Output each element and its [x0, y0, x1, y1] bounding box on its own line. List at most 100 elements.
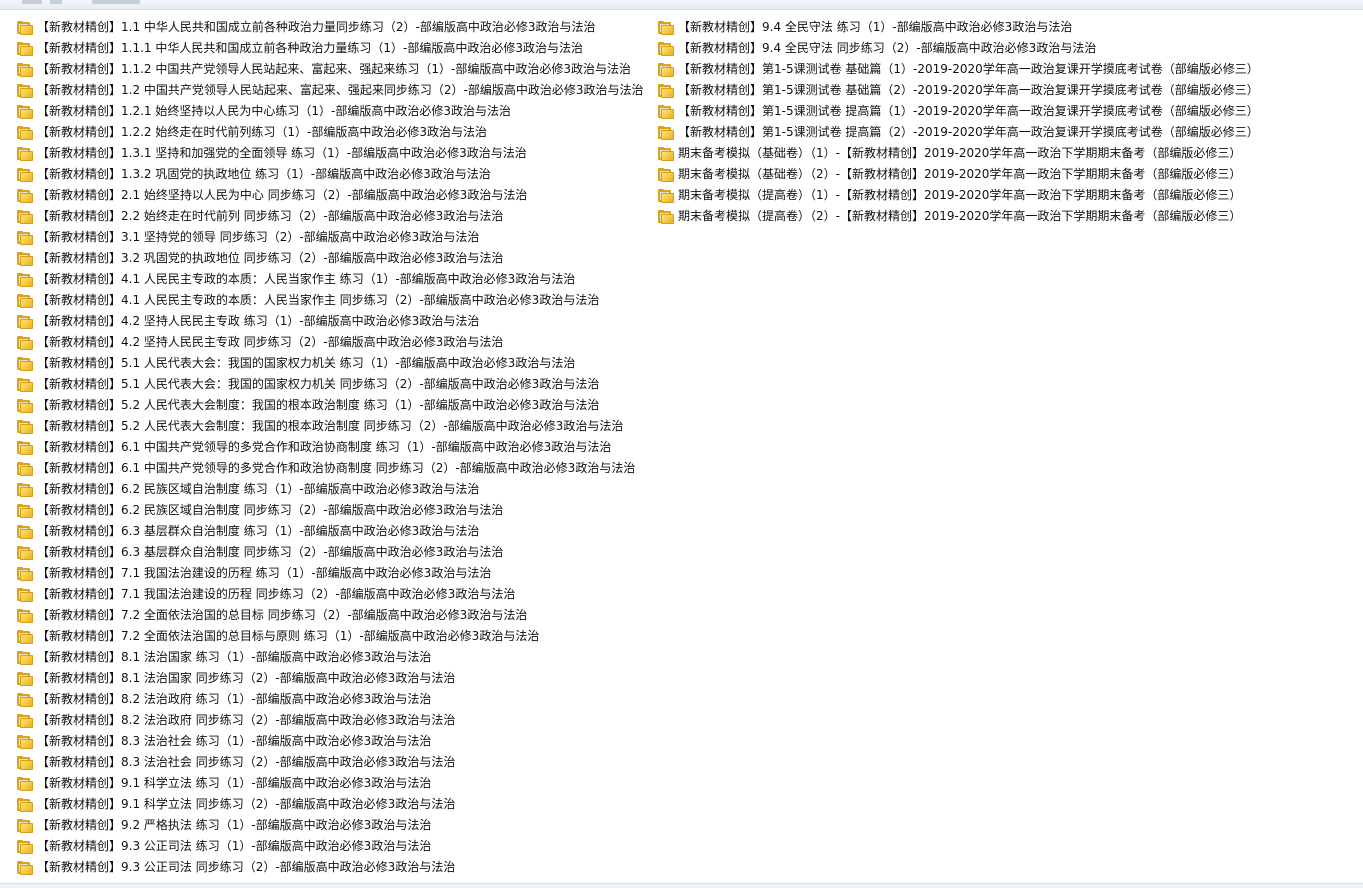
folder-item[interactable]: 【新教材精创】5.1 人民代表大会：我国的国家权力机关 练习（1）-部编版高中政…: [17, 353, 647, 374]
folder-item[interactable]: 【新教材精创】2.1 始终坚持以人民为中心 同步练习（2）-部编版高中政治必修3…: [17, 185, 647, 206]
folder-item[interactable]: 【新教材精创】第1-5课测试卷 基础篇（2）-2019-2020学年高一政治复课…: [658, 80, 1358, 101]
folder-item[interactable]: 【新教材精创】7.2 全面依法治国的总目标 同步练习（2）-部编版高中政治必修3…: [17, 605, 647, 626]
folder-name: 【新教材精创】7.2 全面依法治国的总目标 同步练习（2）-部编版高中政治必修3…: [37, 608, 528, 622]
folder-name: 【新教材精创】5.1 人民代表大会：我国的国家权力机关 练习（1）-部编版高中政…: [37, 356, 576, 370]
folder-icon: [17, 566, 33, 581]
folder-item[interactable]: 【新教材精创】9.1 科学立法 同步练习（2）-部编版高中政治必修3政治与法治: [17, 794, 647, 815]
folder-name: 【新教材精创】1.2.1 始终坚持以人民为中心练习（1）-部编版高中政治必修3政…: [37, 104, 511, 118]
folder-item[interactable]: 【新教材精创】5.2 人民代表大会制度：我国的根本政治制度 同步练习（2）-部编…: [17, 416, 647, 437]
folder-name: 【新教材精创】8.3 法治社会 练习（1）-部编版高中政治必修3政治与法治: [37, 734, 432, 748]
folder-item[interactable]: 【新教材精创】6.1 中国共产党领导的多党合作和政治协商制度 同步练习（2）-部…: [17, 458, 647, 479]
folder-name: 【新教材精创】9.3 公正司法 练习（1）-部编版高中政治必修3政治与法治: [37, 839, 432, 853]
folder-item[interactable]: 期末备考模拟（基础卷）（1）-【新教材精创】2019-2020学年高一政治下学期…: [658, 143, 1358, 164]
folder-icon: [17, 818, 33, 833]
folder-item[interactable]: 【新教材精创】6.2 民族区域自治制度 练习（1）-部编版高中政治必修3政治与法…: [17, 479, 647, 500]
folder-icon: [658, 104, 674, 119]
folder-item[interactable]: 【新教材精创】1.3.2 巩固党的执政地位 练习（1）-部编版高中政治必修3政治…: [17, 164, 647, 185]
folder-item[interactable]: 【新教材精创】1.2.2 始终走在时代前列练习（1）-部编版高中政治必修3政治与…: [17, 122, 647, 143]
folder-item[interactable]: 期末备考模拟（基础卷）（2）-【新教材精创】2019-2020学年高一政治下学期…: [658, 164, 1358, 185]
folder-item[interactable]: 【新教材精创】第1-5课测试卷 提高篇（1）-2019-2020学年高一政治复课…: [658, 101, 1358, 122]
folder-item[interactable]: 【新教材精创】4.2 坚持人民民主专政 练习（1）-部编版高中政治必修3政治与法…: [17, 311, 647, 332]
folder-item[interactable]: 【新教材精创】8.1 法治国家 同步练习（2）-部编版高中政治必修3政治与法治: [17, 668, 647, 689]
folder-item[interactable]: 【新教材精创】9.4 全民守法 同步练习（2）-部编版高中政治必修3政治与法治: [658, 38, 1358, 59]
folder-name: 【新教材精创】1.1 中华人民共和国成立前各种政治力量同步练习（2）-部编版高中…: [37, 20, 596, 34]
folder-item[interactable]: 【新教材精创】9.3 公正司法 同步练习（2）-部编版高中政治必修3政治与法治: [17, 857, 647, 878]
folder-name: 【新教材精创】第1-5课测试卷 基础篇（2）-2019-2020学年高一政治复课…: [678, 83, 1259, 97]
truncated-toolbar-item: [22, 0, 42, 4]
folder-name: 【新教材精创】8.2 法治政府 同步练习（2）-部编版高中政治必修3政治与法治: [37, 713, 456, 727]
folder-item[interactable]: 【新教材精创】7.1 我国法治建设的历程 同步练习（2）-部编版高中政治必修3政…: [17, 584, 647, 605]
folder-icon: [17, 62, 33, 77]
folder-name: 【新教材精创】9.4 全民守法 同步练习（2）-部编版高中政治必修3政治与法治: [678, 41, 1097, 55]
folder-item[interactable]: 【新教材精创】9.4 全民守法 练习（1）-部编版高中政治必修3政治与法治: [658, 17, 1358, 38]
folder-icon: [17, 314, 33, 329]
folder-item[interactable]: 【新教材精创】8.2 法治政府 练习（1）-部编版高中政治必修3政治与法治: [17, 689, 647, 710]
folder-icon: [658, 41, 674, 56]
folder-icon: [17, 104, 33, 119]
truncated-toolbar-item: [92, 0, 140, 4]
folder-item[interactable]: 【新教材精创】9.1 科学立法 练习（1）-部编版高中政治必修3政治与法治: [17, 773, 647, 794]
folder-item[interactable]: 【新教材精创】3.1 坚持党的领导 同步练习（2）-部编版高中政治必修3政治与法…: [17, 227, 647, 248]
folder-icon: [17, 209, 33, 224]
folder-name: 【新教材精创】9.1 科学立法 同步练习（2）-部编版高中政治必修3政治与法治: [37, 797, 456, 811]
folder-item[interactable]: 【新教材精创】5.1 人民代表大会：我国的国家权力机关 同步练习（2）-部编版高…: [17, 374, 647, 395]
folder-item[interactable]: 【新教材精创】8.3 法治社会 练习（1）-部编版高中政治必修3政治与法治: [17, 731, 647, 752]
folder-item[interactable]: 期末备考模拟（提高卷）（1）-【新教材精创】2019-2020学年高一政治下学期…: [658, 185, 1358, 206]
folder-item[interactable]: 【新教材精创】7.1 我国法治建设的历程 练习（1）-部编版高中政治必修3政治与…: [17, 563, 647, 584]
folder-icon: [17, 335, 33, 350]
folder-icon: [17, 167, 33, 182]
folder-item[interactable]: 【新教材精创】6.2 民族区域自治制度 同步练习（2）-部编版高中政治必修3政治…: [17, 500, 647, 521]
folder-name: 【新教材精创】6.2 民族区域自治制度 练习（1）-部编版高中政治必修3政治与法…: [37, 482, 480, 496]
folder-name: 【新教材精创】6.3 基层群众自治制度 同步练习（2）-部编版高中政治必修3政治…: [37, 545, 504, 559]
folder-item[interactable]: 【新教材精创】7.2 全面依法治国的总目标与原则 练习（1）-部编版高中政治必修…: [17, 626, 647, 647]
folder-icon: [17, 692, 33, 707]
folder-item[interactable]: 【新教材精创】1.1.2 中国共产党领导人民站起来、富起来、强起来练习（1）-部…: [17, 59, 647, 80]
folder-item[interactable]: 【新教材精创】4.2 坚持人民民主专政 同步练习（2）-部编版高中政治必修3政治…: [17, 332, 647, 353]
folder-item[interactable]: 【新教材精创】6.3 基层群众自治制度 同步练习（2）-部编版高中政治必修3政治…: [17, 542, 647, 563]
folder-name: 【新教材精创】4.2 坚持人民民主专政 同步练习（2）-部编版高中政治必修3政治…: [37, 335, 504, 349]
folder-name: 【新教材精创】5.2 人民代表大会制度：我国的根本政治制度 同步练习（2）-部编…: [37, 419, 624, 433]
folder-item[interactable]: 【新教材精创】8.3 法治社会 同步练习（2）-部编版高中政治必修3政治与法治: [17, 752, 647, 773]
folder-item[interactable]: 【新教材精创】8.2 法治政府 同步练习（2）-部编版高中政治必修3政治与法治: [17, 710, 647, 731]
folder-icon: [17, 713, 33, 728]
folder-icon: [17, 839, 33, 854]
folder-name: 【新教材精创】1.3.2 巩固党的执政地位 练习（1）-部编版高中政治必修3政治…: [37, 167, 491, 181]
folder-item[interactable]: 【新教材精创】2.2 始终走在时代前列 同步练习（2）-部编版高中政治必修3政治…: [17, 206, 647, 227]
folder-name: 期末备考模拟（基础卷）（1）-【新教材精创】2019-2020学年高一政治下学期…: [678, 146, 1242, 160]
folder-item[interactable]: 【新教材精创】8.1 法治国家 练习（1）-部编版高中政治必修3政治与法治: [17, 647, 647, 668]
folder-item[interactable]: 【新教材精创】1.1 中华人民共和国成立前各种政治力量同步练习（2）-部编版高中…: [17, 17, 647, 38]
folder-item[interactable]: 【新教材精创】1.3.1 坚持和加强党的全面领导 练习（1）-部编版高中政治必修…: [17, 143, 647, 164]
folder-item[interactable]: 【新教材精创】3.2 巩固党的执政地位 同步练习（2）-部编版高中政治必修3政治…: [17, 248, 647, 269]
folder-item[interactable]: 【新教材精创】9.3 公正司法 练习（1）-部编版高中政治必修3政治与法治: [17, 836, 647, 857]
folder-item[interactable]: 【新教材精创】4.1 人民民主专政的本质：人民当家作主 练习（1）-部编版高中政…: [17, 269, 647, 290]
folder-name: 【新教材精创】9.3 公正司法 同步练习（2）-部编版高中政治必修3政治与法治: [37, 860, 456, 874]
folder-icon: [17, 398, 33, 413]
folder-item[interactable]: 【新教材精创】5.2 人民代表大会制度：我国的根本政治制度 练习（1）-部编版高…: [17, 395, 647, 416]
folder-item[interactable]: 期末备考模拟（提高卷）（2）-【新教材精创】2019-2020学年高一政治下学期…: [658, 206, 1358, 227]
folder-item[interactable]: 【新教材精创】第1-5课测试卷 基础篇（1）-2019-2020学年高一政治复课…: [658, 59, 1358, 80]
folder-icon: [17, 545, 33, 560]
folder-icon: [17, 377, 33, 392]
folder-icon: [17, 524, 33, 539]
folder-icon: [17, 293, 33, 308]
folder-icon: [17, 629, 33, 644]
folder-item[interactable]: 【新教材精创】9.2 严格执法 练习（1）-部编版高中政治必修3政治与法治: [17, 815, 647, 836]
folder-name: 期末备考模拟（基础卷）（2）-【新教材精创】2019-2020学年高一政治下学期…: [678, 167, 1242, 181]
folder-name: 【新教材精创】6.2 民族区域自治制度 同步练习（2）-部编版高中政治必修3政治…: [37, 503, 504, 517]
folder-icon: [17, 482, 33, 497]
folder-item[interactable]: 【新教材精创】6.3 基层群众自治制度 练习（1）-部编版高中政治必修3政治与法…: [17, 521, 647, 542]
folder-item[interactable]: 【新教材精创】第1-5课测试卷 提高篇（2）-2019-2020学年高一政治复课…: [658, 122, 1358, 143]
folder-item[interactable]: 【新教材精创】6.1 中国共产党领导的多党合作和政治协商制度 练习（1）-部编版…: [17, 437, 647, 458]
folder-name: 【新教材精创】第1-5课测试卷 提高篇（2）-2019-2020学年高一政治复课…: [678, 125, 1259, 139]
folder-item[interactable]: 【新教材精创】1.1.1 中华人民共和国成立前各种政治力量练习（1）-部编版高中…: [17, 38, 647, 59]
folder-name: 【新教材精创】5.2 人民代表大会制度：我国的根本政治制度 练习（1）-部编版高…: [37, 398, 600, 412]
file-list-column-right: 【新教材精创】9.4 全民守法 练习（1）-部编版高中政治必修3政治与法治 【新教…: [658, 17, 1358, 227]
folder-icon: [17, 125, 33, 140]
folder-item[interactable]: 【新教材精创】4.1 人民民主专政的本质：人民当家作主 同步练习（2）-部编版高…: [17, 290, 647, 311]
folder-icon: [17, 650, 33, 665]
folder-item[interactable]: 【新教材精创】1.2.1 始终坚持以人民为中心练习（1）-部编版高中政治必修3政…: [17, 101, 647, 122]
status-bar: [0, 883, 1363, 888]
folder-name: 【新教材精创】7.2 全面依法治国的总目标与原则 练习（1）-部编版高中政治必修…: [37, 629, 540, 643]
folder-item[interactable]: 【新教材精创】1.2 中国共产党领导人民站起来、富起来、强起来同步练习（2）-部…: [17, 80, 647, 101]
folder-name: 【新教材精创】1.2.2 始终走在时代前列练习（1）-部编版高中政治必修3政治与…: [37, 125, 487, 139]
